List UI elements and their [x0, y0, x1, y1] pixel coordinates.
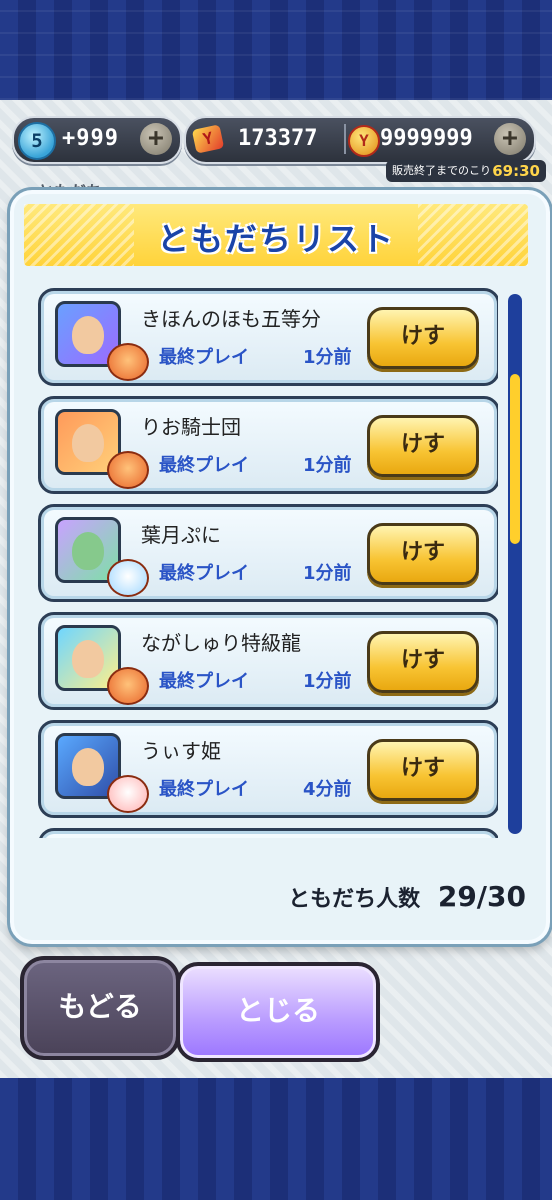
sale-timer: 販売終了までのこり 69:30: [386, 160, 546, 182]
ymoney-coin-icon: Y: [348, 125, 380, 157]
remove-button[interactable]: けす: [367, 523, 479, 585]
background-top: [0, 0, 552, 100]
close-button[interactable]: とじる: [176, 962, 380, 1062]
friend-name: うぃす姫: [141, 739, 221, 763]
pet-icon: [107, 451, 149, 489]
last-play-label: 最終プレイ: [159, 347, 249, 368]
remove-button[interactable]: けす: [367, 739, 479, 801]
pet-icon: [107, 559, 149, 597]
sale-time: 69:30: [492, 162, 540, 180]
friend-name: 葉月ぷに: [141, 523, 221, 547]
money-count-1: 173377: [238, 126, 318, 151]
money-count-2: 9999999: [380, 126, 473, 151]
money-bar: Y 173377 Y 9999999 +: [184, 116, 536, 164]
friend-name: きほんのほも五等分: [141, 307, 321, 331]
pet-icon: [107, 667, 149, 705]
background-bottom: [0, 1078, 552, 1200]
sale-label: 販売終了までのこり: [392, 164, 491, 177]
stamina-count: 5: [31, 130, 43, 152]
back-button[interactable]: もどる: [20, 956, 180, 1060]
last-play-time: 1分前: [303, 563, 352, 584]
scrollbar-thumb[interactable]: [510, 374, 520, 544]
friend-count: ともだち人数 29/30: [288, 880, 526, 913]
list-item-partial: [38, 828, 498, 838]
divider: [344, 124, 346, 154]
friend-name: りお騎士団: [141, 415, 241, 439]
add-money-button[interactable]: +: [494, 123, 526, 155]
title-bar: ともだちリスト: [24, 204, 528, 266]
stamina-gems-bar: 5 +999 +: [12, 116, 182, 164]
friend-count-label: ともだち人数: [288, 887, 421, 912]
last-play-time: 1分前: [303, 671, 352, 692]
list-item: うぃす姫 最終プレイ 4分前 けす: [38, 720, 498, 818]
remove-button[interactable]: けす: [367, 631, 479, 693]
pet-icon: [107, 343, 149, 381]
add-gems-button[interactable]: +: [140, 123, 172, 155]
friend-list-panel: ともだちリスト きほんのほも五等分 最終プレイ 1分前 けす りお騎士団 最終プ…: [10, 190, 550, 944]
friend-name: ながしゅり特級龍: [141, 631, 301, 655]
friend-count-value: 29/30: [437, 880, 526, 913]
list-item: きほんのほも五等分 最終プレイ 1分前 けす: [38, 288, 498, 386]
remove-button[interactable]: けす: [367, 415, 479, 477]
scrollbar[interactable]: [508, 294, 522, 834]
list-item: 葉月ぷに 最終プレイ 1分前 けす: [38, 504, 498, 602]
last-play-label: 最終プレイ: [159, 779, 249, 800]
last-play-time: 4分前: [303, 779, 352, 800]
remove-button[interactable]: けす: [367, 307, 479, 369]
stamina-drop-icon: 5: [18, 122, 56, 160]
gem-count: +999: [62, 126, 119, 151]
last-play-time: 1分前: [303, 347, 352, 368]
list-item: ながしゅり特級龍 最終プレイ 1分前 けす: [38, 612, 498, 710]
panel-title: ともだちリスト: [156, 220, 395, 258]
last-play-label: 最終プレイ: [159, 563, 249, 584]
friend-list[interactable]: きほんのほも五等分 最終プレイ 1分前 けす りお騎士団 最終プレイ 1分前 け…: [34, 288, 498, 838]
last-play-time: 1分前: [303, 455, 352, 476]
last-play-label: 最終プレイ: [159, 671, 249, 692]
list-item: りお騎士団 最終プレイ 1分前 けす: [38, 396, 498, 494]
pet-icon: [107, 775, 149, 813]
last-play-label: 最終プレイ: [159, 455, 249, 476]
ticket-icon: Y: [191, 124, 225, 154]
